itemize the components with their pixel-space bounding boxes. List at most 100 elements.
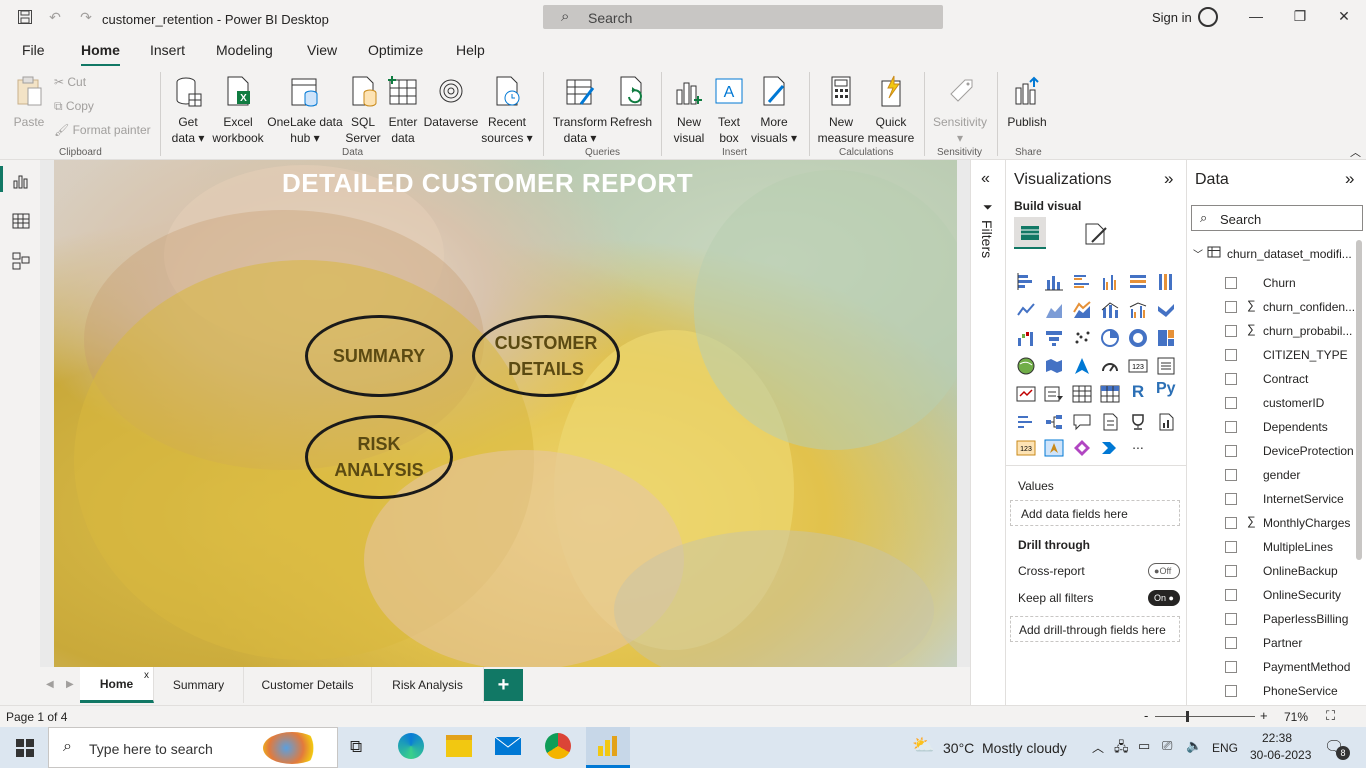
battery-icon[interactable]: ▭ [1138,738,1150,754]
zoom-in-button[interactable]: + [1260,708,1268,723]
field-checkbox[interactable] [1225,373,1237,385]
azure-maps-new-icon[interactable] [1044,438,1064,458]
more-visuals-ellipsis-icon[interactable]: ... [1128,436,1148,456]
page-tab-home[interactable]: Home x [80,667,154,703]
values-field-well[interactable]: Add data fields here [1010,500,1180,526]
field-checkbox[interactable] [1225,325,1237,337]
field-name[interactable]: Churn [1263,276,1296,290]
smart-narrative-icon[interactable] [1100,412,1120,432]
report-page[interactable]: DETAILED CUSTOMER REPORT SUMMARY CUSTOME… [54,160,957,667]
tab-home[interactable]: Home [81,42,120,67]
summary-nav-button[interactable]: SUMMARY [305,315,453,397]
100-stacked-column-chart-icon[interactable] [1156,272,1176,292]
quick-measure-button[interactable]: Quick measure [866,74,916,146]
sql-server-button[interactable]: SQL Server [344,74,382,146]
display-icon[interactable]: ⎚ [1162,738,1172,754]
field-checkbox[interactable] [1225,349,1237,361]
save-icon[interactable] [17,9,33,25]
minimize-icon[interactable]: — [1246,8,1266,26]
100-stacked-bar-chart-icon[interactable] [1128,272,1148,292]
multi-row-card-icon[interactable] [1156,356,1176,376]
field-name[interactable]: gender [1263,468,1300,482]
line-and-column-chart-icon[interactable] [1100,300,1120,320]
kpi-icon[interactable] [1016,384,1036,404]
power-automate-icon[interactable] [1100,438,1120,458]
field-name[interactable]: Partner [1263,636,1302,650]
report-view-icon[interactable] [12,172,30,190]
slicer-icon[interactable] [1044,384,1064,404]
collapse-visualizations-icon[interactable]: » [1164,169,1173,189]
clustered-bar-chart-icon[interactable] [1072,272,1092,292]
weather-text[interactable]: Mostly cloudy [982,740,1067,756]
field-checkbox[interactable] [1225,685,1237,697]
risk-analysis-nav-button[interactable]: RISK ANALYSIS [305,415,453,499]
build-visual-tab[interactable] [1014,217,1046,249]
field-checkbox[interactable] [1225,493,1237,505]
paginated-report-icon[interactable] [1156,412,1176,432]
field-checkbox[interactable] [1225,661,1237,673]
text-box-button[interactable]: A Text box [711,74,747,146]
refresh-button[interactable]: Refresh [610,74,652,130]
filled-map-icon[interactable] [1044,356,1064,376]
tab-view[interactable]: View [307,42,337,58]
format-painter-button[interactable]: 🖌 Format painter [54,123,151,137]
fit-to-page-icon[interactable]: ⛶ [1326,708,1335,724]
table-view-icon[interactable] [12,212,30,230]
format-visual-icon[interactable] [1082,220,1110,248]
key-influencers-icon[interactable] [1016,412,1036,432]
redo-icon[interactable]: ↷ [78,9,94,25]
field-checkbox[interactable] [1225,589,1237,601]
field-checkbox[interactable] [1225,517,1237,529]
clustered-column-chart-icon[interactable] [1100,272,1120,292]
avatar-icon[interactable] [1198,7,1218,27]
goals-icon[interactable] [1128,412,1148,432]
excel-workbook-button[interactable]: X Excel workbook [210,74,266,146]
chrome-icon[interactable] [545,733,571,759]
azure-map-icon[interactable] [1072,356,1092,376]
field-name[interactable]: customerID [1263,396,1324,410]
clock-date[interactable]: 30-06-2023 [1250,748,1311,762]
ribbon-chart-icon[interactable] [1156,300,1176,320]
edge-browser-icon[interactable] [398,733,424,759]
field-name[interactable]: PaperlessBilling [1263,612,1348,626]
stacked-area-chart-icon[interactable] [1072,300,1092,320]
zoom-out-button[interactable]: - [1144,708,1148,723]
tab-file[interactable]: File [22,42,45,58]
zoom-slider-thumb[interactable] [1186,711,1189,722]
stacked-column-chart-icon[interactable] [1044,272,1064,292]
sensitivity-button[interactable]: Sensitivity ▾ [930,74,990,146]
add-page-button[interactable]: + [484,669,523,701]
windows-start-icon[interactable] [16,739,34,757]
language-indicator[interactable]: ENG [1212,741,1238,755]
collapse-data-pane-icon[interactable]: » [1345,169,1354,189]
field-checkbox[interactable] [1225,637,1237,649]
temperature[interactable]: 30°C [943,740,974,756]
field-name[interactable]: PaymentMethod [1263,660,1350,674]
field-checkbox[interactable] [1225,613,1237,625]
page-tab-risk-analysis[interactable]: Risk Analysis [372,667,484,703]
task-view-icon[interactable]: ⧉ [350,737,362,757]
field-name[interactable]: MultipleLines [1263,540,1333,554]
tab-optimize[interactable]: Optimize [368,42,423,58]
more-visuals-button[interactable]: More visuals ▾ [750,74,798,146]
cross-report-toggle[interactable]: ●Off [1148,563,1180,579]
field-name[interactable]: churn_confiden... [1263,300,1355,314]
field-name[interactable]: PhoneService [1263,684,1338,698]
close-icon[interactable]: ✕ [1334,8,1354,26]
recent-sources-button[interactable]: Recent sources ▾ [480,74,534,146]
dataverse-button[interactable]: Dataverse [423,74,479,130]
field-name[interactable]: DeviceProtection [1263,444,1354,458]
decomposition-tree-icon[interactable] [1044,412,1064,432]
sign-in-link[interactable]: Sign in [1152,10,1192,25]
clock-time[interactable]: 22:38 [1262,731,1292,745]
waterfall-chart-icon[interactable] [1016,328,1036,348]
qa-icon[interactable] [1072,412,1092,432]
field-name[interactable]: churn_probabil... [1263,324,1352,338]
line-chart-icon[interactable] [1016,300,1036,320]
field-checkbox[interactable] [1225,421,1237,433]
pie-chart-icon[interactable] [1100,328,1120,348]
file-explorer-icon[interactable] [446,735,472,757]
enter-data-button[interactable]: Enter data [386,74,420,146]
close-page-icon[interactable]: x [144,670,149,681]
new-visual-button[interactable]: New visual [671,74,707,146]
